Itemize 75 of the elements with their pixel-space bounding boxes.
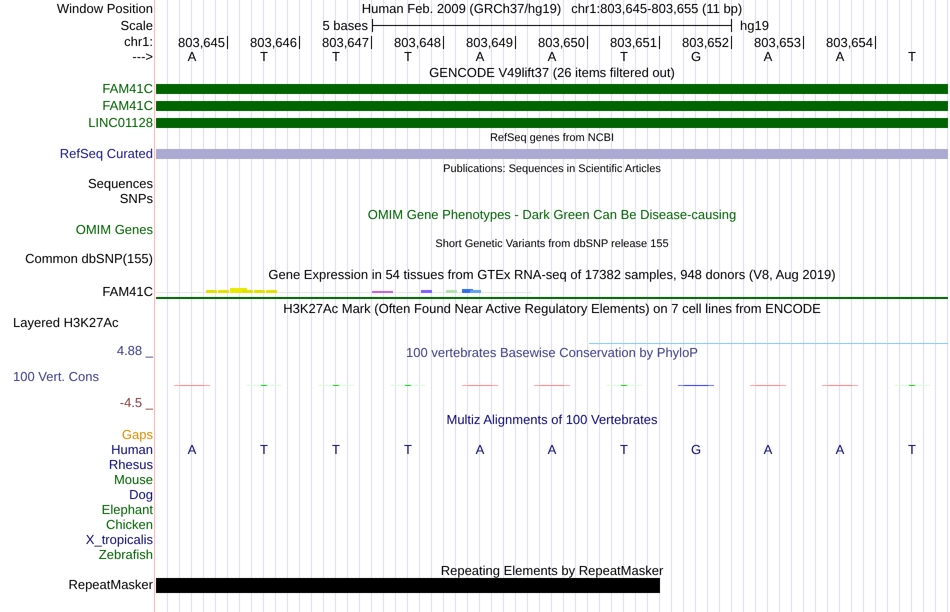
base-letter: G xyxy=(690,442,702,456)
track-label[interactable]: Chicken xyxy=(0,517,153,532)
base-letter: A xyxy=(836,50,844,64)
assembly-label: hg19 xyxy=(739,18,770,32)
ruler-tick: 803,651 xyxy=(588,36,660,49)
base-letter: A xyxy=(186,442,198,456)
strand-label: ---> xyxy=(131,49,153,64)
track-label: Window Position xyxy=(56,1,153,16)
track-label[interactable]: Human xyxy=(0,442,153,457)
base-letter: T xyxy=(404,50,412,64)
track-label[interactable]: LINC01128 xyxy=(0,115,153,130)
axis-min-label: -4.5 _ xyxy=(118,396,153,410)
track-title: Repeating Elements by RepeatMasker xyxy=(440,564,664,578)
view-title: Human Feb. 2009 (GRCh37/hg19) xyxy=(362,1,562,16)
track-label[interactable]: Zebrafish xyxy=(0,547,153,562)
base-letter: A xyxy=(546,442,558,456)
track-title: OMIM Gene Phenotypes - Dark Green Can Be Disease-causing xyxy=(368,206,736,222)
track-label[interactable]: FAM41C xyxy=(0,98,153,113)
track-label[interactable]: RefSeq Curated xyxy=(0,146,153,161)
track-label[interactable]: Rhesus xyxy=(0,457,153,472)
axis-max-label: 4.88 _ xyxy=(116,344,153,358)
track-title: RefSeq genes from NCBI xyxy=(490,132,614,144)
base-letter: T xyxy=(620,50,628,64)
base-letter: G xyxy=(690,50,702,64)
base-letter: T xyxy=(907,50,917,64)
feature-bar[interactable] xyxy=(156,118,948,128)
track-label[interactable]: X_tropicalis xyxy=(0,532,153,547)
track-title: 100 vertebrates Basewise Conservation by PhyloP xyxy=(406,346,698,360)
ruler-tick: 803,654 xyxy=(804,36,876,49)
track-title: Publications: Sequences in Scientific Articles xyxy=(443,163,661,175)
track-title: Multiz Alignments of 100 Vertebrates xyxy=(446,412,658,426)
base-letter: T xyxy=(907,442,917,456)
feature-bar[interactable] xyxy=(156,100,948,110)
track-label[interactable]: FAM41C xyxy=(0,81,153,96)
base-letter: T xyxy=(619,442,629,456)
base-letter: T xyxy=(332,50,340,64)
track-label[interactable]: Dog xyxy=(0,487,153,502)
base-letter: A xyxy=(476,50,484,64)
ruler-tick: 803,652 xyxy=(660,36,732,49)
ruler-tick: 803,648 xyxy=(372,36,444,49)
ruler-tick: 803,645 xyxy=(156,36,228,49)
ruler-tick: 803,650 xyxy=(516,36,588,49)
ruler-tick: 803,653 xyxy=(732,36,804,49)
track-label[interactable]: Layered H3K27Ac xyxy=(0,316,153,330)
track-label[interactable]: Mouse xyxy=(0,472,153,487)
track-label[interactable]: Common dbSNP(155) xyxy=(0,251,153,266)
feature-bar[interactable] xyxy=(156,84,948,94)
base-letter: T xyxy=(403,442,413,456)
track-label[interactable]: SNPs xyxy=(0,191,153,206)
ruler-tick: 803,649 xyxy=(444,36,516,49)
base-letter: T xyxy=(259,442,269,456)
track-label[interactable]: OMIM Genes xyxy=(0,222,153,237)
track-label: Scale xyxy=(119,18,153,32)
base-letter: T xyxy=(331,442,341,456)
base-letter: A xyxy=(764,50,772,64)
track-label[interactable]: Sequences xyxy=(0,176,153,191)
ruler-tick: 803,647 xyxy=(300,36,372,49)
track-label[interactable]: FAM41C xyxy=(0,284,153,298)
track-title: Gene Expression in 54 tissues from GTEx RNA-seq of 17382 samples, 948 donors (V8, Aug 2019) xyxy=(268,266,836,282)
base-letter: A xyxy=(762,442,774,456)
track-title: H3K27Ac Mark (Often Found Near Active Regulatory Elements) on 7 cell lines from ENCODE xyxy=(283,300,821,316)
ruler-tick: 803,646 xyxy=(228,36,300,49)
track-label[interactable]: Elephant xyxy=(0,502,153,517)
base-letter: A xyxy=(548,50,556,64)
base-letter: A xyxy=(474,442,486,456)
scale-length: 5 bases xyxy=(321,18,369,32)
track-label: chr1: xyxy=(123,34,153,48)
track-label[interactable]: 100 Vert. Cons xyxy=(0,370,153,384)
position-text: chr1:803,645-803,655 (11 bp) xyxy=(571,1,742,16)
base-letter: T xyxy=(260,50,268,64)
track-title: GENCODE V49lift37 (26 items filtered out) xyxy=(429,64,675,80)
base-letter: A xyxy=(188,50,196,64)
track-title: Short Genetic Variants from dbSNP release 155 xyxy=(435,238,669,250)
track-label[interactable]: RepeatMasker xyxy=(68,577,153,592)
base-letter: A xyxy=(834,442,846,456)
